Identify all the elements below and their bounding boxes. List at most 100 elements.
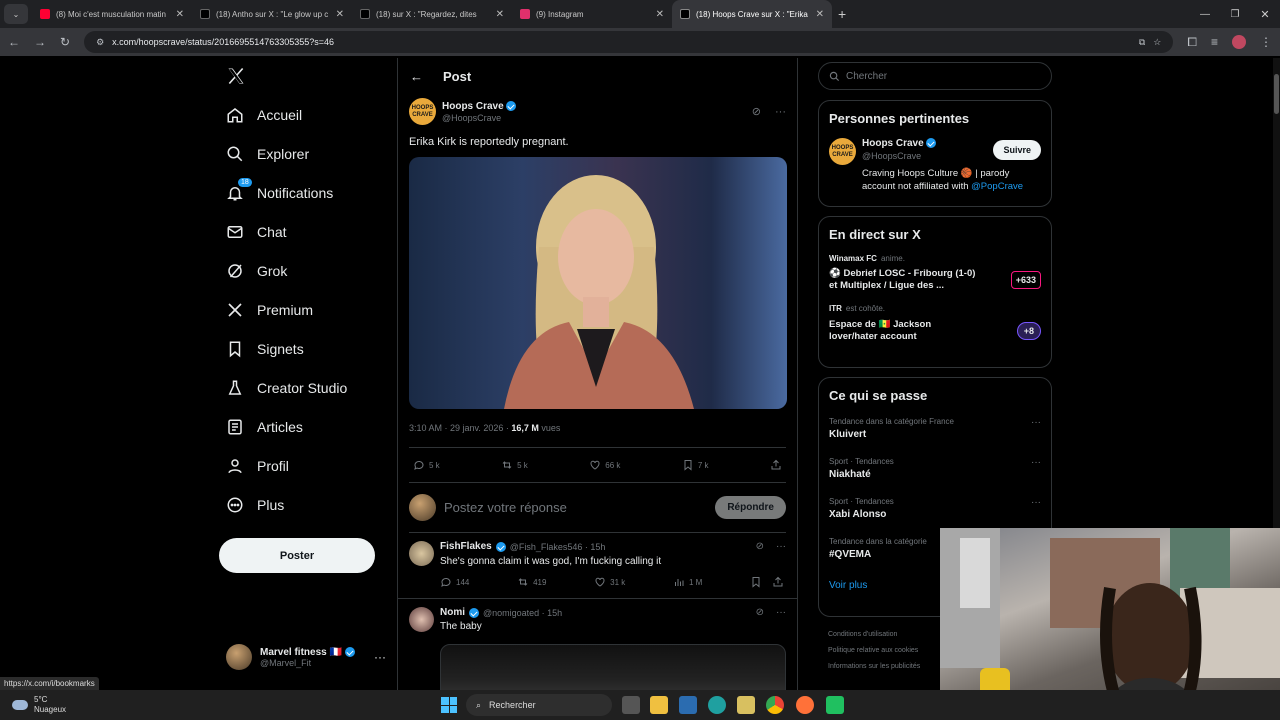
avatar[interactable] xyxy=(409,541,434,566)
nav-item-grok[interactable]: Grok xyxy=(226,262,287,280)
weather-widget[interactable]: 5°C Nuageux xyxy=(12,695,66,715)
bio-link[interactable]: @PopCrave xyxy=(971,181,1023,192)
reply-button[interactable]: Répondre xyxy=(715,496,786,519)
close-icon[interactable]: ✕ xyxy=(816,9,824,20)
bookmark-button[interactable]: 7 k xyxy=(682,459,709,471)
browser-tab-active[interactable]: (18) Hoops Crave sur X : "Erika ✕ xyxy=(672,0,832,28)
nav-item-more[interactable]: Plus xyxy=(226,496,284,514)
trend-item[interactable]: Sport · Tendances Niakhaté ··· xyxy=(829,457,1041,480)
file-explorer-icon[interactable] xyxy=(650,696,668,714)
more-icon[interactable]: ··· xyxy=(1031,497,1041,520)
reply-post[interactable]: Nomi @nomigoated · 15h ⊘ ··· The baby xyxy=(398,599,797,690)
more-icon[interactable]: ··· xyxy=(776,541,786,552)
reply-author-name[interactable]: Nomi xyxy=(440,607,465,618)
grok-icon[interactable]: ⊘ xyxy=(756,607,764,618)
store-icon[interactable] xyxy=(679,696,697,714)
reply-post[interactable]: FishFlakes @Fish_Flakes546 · 15h ⊘ ··· S… xyxy=(398,533,797,599)
nav-item-profile[interactable]: Profil xyxy=(226,457,289,475)
live-space[interactable]: Winamax FC anime. ⚽ Debrief LOSC - Fribou… xyxy=(829,254,1041,292)
trend-item[interactable]: Sport · Tendances Xabi Alonso ··· xyxy=(829,497,1041,520)
nav-item-premium[interactable]: Premium xyxy=(226,301,313,319)
nav-item-notifications[interactable]: 18 Notifications xyxy=(226,178,333,202)
more-icon[interactable]: ··· xyxy=(776,607,786,618)
post-time[interactable]: 3:10 AM · 29 janv. 2026 · xyxy=(409,423,511,433)
menu-icon[interactable]: ⋮ xyxy=(1260,36,1272,48)
more-icon[interactable]: ··· xyxy=(1031,457,1041,480)
back-arrow-icon[interactable]: ← xyxy=(410,69,423,84)
star-icon[interactable]: ☆ xyxy=(1153,37,1161,48)
reply-button[interactable]: 144 xyxy=(440,576,469,588)
close-icon[interactable]: ✕ xyxy=(336,9,344,20)
maximize-button[interactable]: ❐ xyxy=(1220,9,1250,20)
reading-list-icon[interactable]: ≡ xyxy=(1211,36,1218,48)
more-icon[interactable]: ··· xyxy=(775,106,786,118)
taskbar-search[interactable]: ⌕ Rechercher xyxy=(466,694,612,716)
close-icon[interactable]: ✕ xyxy=(176,9,184,20)
nav-item-chat[interactable]: Chat xyxy=(226,223,287,241)
live-space[interactable]: ITR est cohôte. Espace de 🇸🇳 Jackson love… xyxy=(829,304,1041,343)
install-icon[interactable]: ⧉ xyxy=(1139,37,1145,48)
bookmark-button[interactable] xyxy=(750,576,762,588)
more-icon[interactable]: ··· xyxy=(1031,417,1041,440)
account-switcher[interactable]: Marvel fitness 🇫🇷 @Marvel_Fit ··· xyxy=(226,644,386,670)
nav-item-bookmarks[interactable]: Signets xyxy=(226,340,304,358)
x-logo-icon[interactable] xyxy=(226,66,246,86)
close-icon[interactable]: ✕ xyxy=(496,9,504,20)
person-handle[interactable]: @HoopsCrave xyxy=(862,151,936,161)
edge-icon[interactable] xyxy=(708,696,726,714)
repost-button[interactable]: 5 k xyxy=(501,459,528,471)
app-icon[interactable] xyxy=(737,696,755,714)
new-tab-button[interactable]: + xyxy=(838,6,846,22)
nav-item-explore[interactable]: Explorer xyxy=(226,145,309,163)
reload-icon[interactable]: ↻ xyxy=(60,36,70,48)
trend-item[interactable]: Tendance dans la catégorie France Kluiver… xyxy=(829,417,1041,440)
task-view-icon[interactable] xyxy=(622,696,640,714)
share-button[interactable] xyxy=(770,459,782,471)
like-button[interactable]: 31 k xyxy=(594,576,625,588)
author-handle[interactable]: @HoopsCrave xyxy=(442,113,746,123)
post-button[interactable]: Poster xyxy=(219,538,375,573)
more-icon[interactable]: ··· xyxy=(374,650,386,664)
profile-avatar[interactable] xyxy=(1232,35,1246,49)
browser-tab[interactable]: (18) sur X : "Regardez, dites ✕ xyxy=(352,0,512,28)
app-icon[interactable] xyxy=(826,696,844,714)
close-icon[interactable]: ✕ xyxy=(656,9,664,20)
share-button[interactable] xyxy=(772,576,784,588)
like-button[interactable]: 66 k xyxy=(589,459,620,471)
follow-button[interactable]: Suivre xyxy=(993,139,1041,160)
grok-icon[interactable]: ⊘ xyxy=(752,105,761,118)
reply-author-handle[interactable]: @Fish_Flakes546 · 15h xyxy=(510,542,606,552)
browser-tab[interactable]: (9) Instagram ✕ xyxy=(512,0,672,28)
extensions-icon[interactable]: ⧠ xyxy=(1187,36,1197,48)
reply-input[interactable]: Postez votre réponse xyxy=(444,500,707,515)
views-button[interactable]: 1 M xyxy=(673,576,702,588)
avatar[interactable] xyxy=(409,607,434,632)
address-bar[interactable]: ⚙ x.com/hoopscrave/status/20166955147633… xyxy=(84,31,1174,53)
nav-item-creator-studio[interactable]: Creator Studio xyxy=(226,379,347,397)
reply-author-handle[interactable]: @nomigoated · 15h xyxy=(483,608,562,618)
browser-tab[interactable]: (18) Antho sur X : "Le glow up c ✕ xyxy=(192,0,352,28)
firefox-icon[interactable] xyxy=(796,696,814,714)
windows-start-icon[interactable] xyxy=(441,697,457,713)
search-input[interactable]: Chercher xyxy=(818,62,1052,90)
chrome-icon[interactable] xyxy=(766,696,784,714)
repost-button[interactable]: 419 xyxy=(517,576,546,588)
nav-item-articles[interactable]: Articles xyxy=(226,418,303,436)
site-info-icon[interactable]: ⚙ xyxy=(96,37,104,48)
scrollbar-thumb[interactable] xyxy=(1274,74,1279,114)
post-image[interactable] xyxy=(409,157,787,409)
close-window-button[interactable]: ✕ xyxy=(1250,8,1280,21)
forward-icon[interactable]: → xyxy=(34,36,46,48)
author-name[interactable]: Hoops Crave xyxy=(442,101,504,112)
browser-tab[interactable]: (8) Moi c'est musculation matin ✕ xyxy=(32,0,192,28)
avatar[interactable]: HOOPS CRAVE xyxy=(409,98,436,125)
reply-author-name[interactable]: FishFlakes xyxy=(440,541,492,552)
minimize-button[interactable]: — xyxy=(1190,9,1220,20)
avatar[interactable]: HOOPS CRAVE xyxy=(829,138,856,165)
nav-item-home[interactable]: Accueil xyxy=(226,106,302,124)
reply-image[interactable] xyxy=(440,644,786,690)
tab-list-button[interactable]: ⌄ xyxy=(4,4,28,24)
grok-icon[interactable]: ⊘ xyxy=(756,541,764,552)
back-icon[interactable]: ← xyxy=(8,36,20,48)
person-name[interactable]: Hoops Crave xyxy=(862,138,924,149)
